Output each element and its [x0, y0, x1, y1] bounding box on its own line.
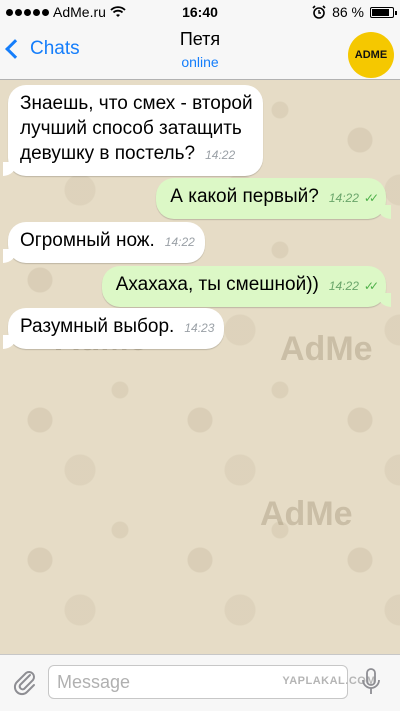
battery-percent: 86 % — [332, 4, 364, 20]
chat-watermark: AdMe — [280, 330, 373, 368]
bubble-tail — [377, 293, 391, 307]
bubble-tail — [3, 335, 17, 349]
message-text-line: девушку в постель? — [20, 143, 196, 164]
message-incoming[interactable]: Разумный выбор. 14:23 — [3, 308, 225, 349]
back-button[interactable]: Chats — [5, 38, 80, 60]
composer-bar: YAPLAKAL.COM — [0, 654, 400, 711]
message-text: Огромный нож. — [20, 230, 155, 251]
message-time: 14:22 — [328, 191, 359, 205]
mic-icon[interactable] — [360, 667, 382, 697]
attach-icon[interactable] — [10, 667, 40, 697]
bubble-tail — [3, 162, 17, 176]
avatar[interactable]: ADME — [348, 32, 394, 78]
message-time: 14:22 — [164, 235, 195, 249]
double-check-icon: ✓✓ — [363, 279, 379, 293]
chat-watermark: AdMe — [260, 495, 353, 533]
message-text: А какой первый? — [170, 186, 319, 207]
message-time: 14:22 — [205, 148, 236, 162]
message-incoming[interactable]: Огромный нож. 14:22 — [3, 222, 205, 263]
chat-area[interactable]: AdMe AdMe AdMe Знаешь, что смех - второй… — [0, 80, 400, 654]
alarm-icon — [312, 5, 326, 19]
contact-status: online — [181, 54, 219, 70]
contact-name: Петя — [179, 29, 221, 49]
message-text-line: лучший способ затащить — [20, 118, 242, 139]
message-outgoing[interactable]: Ахахаха, ты смешной)) 14:22 ✓✓ — [101, 266, 391, 307]
chat-header: Chats Петя online ADME — [0, 24, 400, 80]
status-bar: AdMe.ru 16:40 86 % — [0, 0, 400, 24]
double-check-icon: ✓✓ — [363, 191, 379, 205]
battery-icon — [370, 6, 397, 18]
status-right-group: 86 % — [312, 4, 397, 20]
message-time: 14:22 — [328, 279, 359, 293]
contact-info[interactable]: Петя online — [100, 29, 300, 70]
battery-fill — [372, 8, 390, 16]
message-incoming[interactable]: Знаешь, что смех - второй лучший способ … — [3, 85, 263, 176]
message-text-line: Знаешь, что смех - второй — [20, 93, 253, 114]
bubble-tail — [377, 205, 391, 219]
message-text: Разумный выбор. — [20, 316, 175, 337]
message-outgoing[interactable]: А какой первый? 14:22 ✓✓ — [156, 178, 391, 219]
back-label: Chats — [30, 38, 80, 59]
message-time: 14:23 — [184, 321, 215, 335]
message-text: Ахахаха, ты смешной)) — [115, 274, 319, 295]
bubble-tail — [3, 249, 17, 263]
chevron-left-icon — [5, 39, 25, 59]
